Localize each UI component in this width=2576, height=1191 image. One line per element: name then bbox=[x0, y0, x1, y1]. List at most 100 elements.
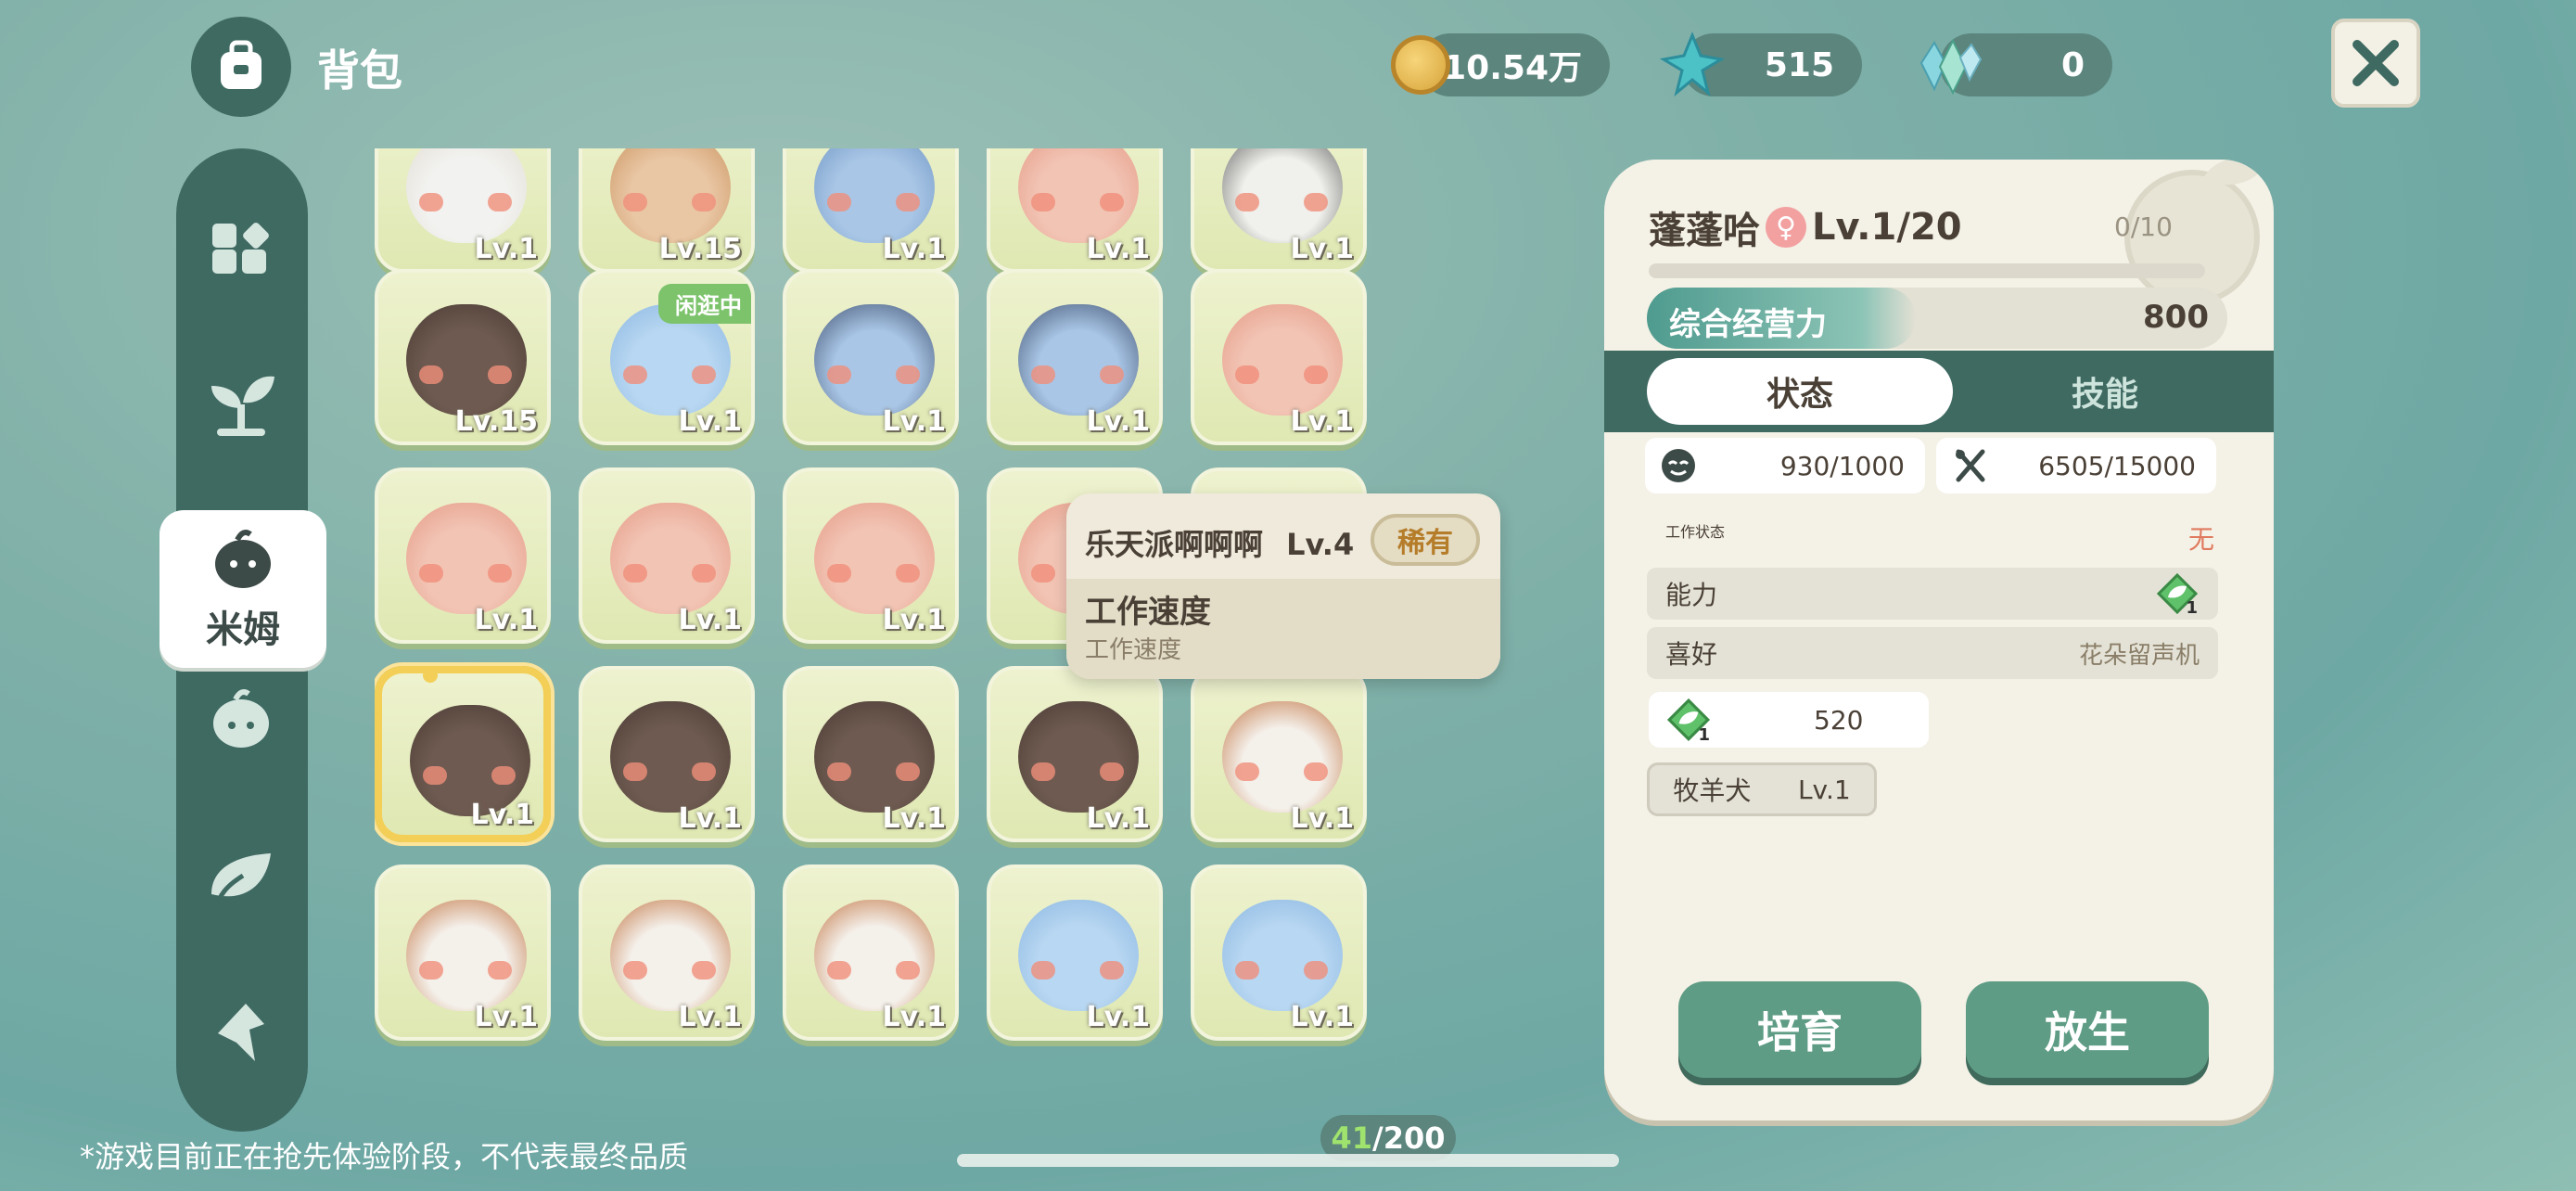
capacity-total: /200 bbox=[1372, 1121, 1446, 1156]
mim-card[interactable]: Lv.1 bbox=[1191, 864, 1367, 1041]
mim-card[interactable]: Lv.1 bbox=[579, 666, 755, 842]
mim-level-label: Lv.1 bbox=[882, 405, 947, 438]
close-button[interactable] bbox=[2331, 19, 2420, 108]
cheek-blush bbox=[1304, 762, 1328, 781]
mim-card[interactable]: Lv.1 bbox=[783, 864, 959, 1041]
fork-knife-icon bbox=[1956, 449, 1985, 482]
cheek-blush bbox=[896, 193, 920, 211]
gem-cluster-icon bbox=[1912, 35, 1983, 100]
ability-row: 能力 1 bbox=[1647, 568, 2218, 620]
cheek-blush bbox=[692, 193, 716, 211]
ability-label: 能力 bbox=[1665, 580, 1718, 610]
sidebar-item-birds[interactable] bbox=[195, 987, 287, 1080]
page-title: 背包 bbox=[317, 45, 402, 96]
mim-card[interactable]: Lv.1 bbox=[579, 864, 755, 1041]
mim-portrait bbox=[1222, 701, 1343, 813]
star-crystal-icon bbox=[1659, 32, 1726, 100]
ability-value-box: 1 520 bbox=[1649, 692, 1929, 748]
mim-portrait bbox=[610, 900, 731, 1011]
work-status-value: 无 bbox=[2188, 524, 2215, 555]
mim-card[interactable]: 闲逛中 Lv.1 bbox=[579, 269, 755, 445]
sidebar-item-leaves[interactable] bbox=[195, 831, 287, 924]
job-name: 牧羊犬 bbox=[1673, 775, 1752, 806]
mim-card[interactable]: Lv.1 bbox=[1191, 148, 1367, 273]
cheek-blush bbox=[896, 564, 920, 583]
cheek-blush bbox=[1031, 365, 1055, 384]
power-label: 综合经营力 bbox=[1669, 306, 1827, 343]
release-button[interactable]: 放生 bbox=[1966, 981, 2209, 1078]
mim-card[interactable]: Lv.1 bbox=[375, 864, 551, 1041]
mim-card[interactable]: Lv.1 bbox=[375, 148, 551, 273]
sidebar-item-all[interactable] bbox=[195, 208, 287, 301]
mim-card[interactable]: Lv.1 bbox=[579, 467, 755, 644]
leaf-icon bbox=[211, 853, 271, 912]
mim-card[interactable]: Lv.1 bbox=[783, 467, 959, 644]
mim-level-label: Lv.1 bbox=[882, 233, 947, 265]
job-badge[interactable]: 牧羊犬 Lv.1 bbox=[1647, 762, 1877, 816]
grid-icon bbox=[212, 223, 269, 274]
mim-portrait bbox=[1018, 701, 1139, 813]
cheek-blush bbox=[623, 564, 647, 583]
power-value: 800 bbox=[2143, 299, 2209, 336]
mim-portrait bbox=[814, 900, 935, 1011]
cheek-blush bbox=[827, 762, 851, 781]
cheek-blush bbox=[827, 961, 851, 980]
mim-name-row: 蓬蓬哈 ♀ Lv.1/20 bbox=[1649, 200, 1962, 254]
cheek-blush bbox=[1304, 961, 1328, 980]
mim-portrait bbox=[814, 304, 935, 416]
sprout-icon bbox=[211, 376, 274, 436]
mim-card[interactable]: Lv.15 bbox=[375, 269, 551, 445]
mim-card[interactable]: Lv.1 bbox=[1191, 269, 1367, 445]
fruit-icon bbox=[213, 689, 269, 748]
mim-level-label: Lv.1 bbox=[474, 233, 539, 265]
mim-card[interactable]: Lv.1 bbox=[1191, 666, 1367, 842]
sidebar-item-fruit[interactable] bbox=[195, 672, 287, 764]
bird-icon bbox=[218, 1004, 264, 1061]
ability-badge-number: 1 bbox=[2186, 598, 2198, 618]
sidebar-item-mim[interactable]: 米姆 bbox=[159, 510, 326, 668]
tooltip-trait-label: 乐天派啊啊啊 bbox=[1085, 527, 1264, 562]
mim-card[interactable]: Lv.1 bbox=[375, 467, 551, 644]
mim-card[interactable]: Lv.1 bbox=[987, 864, 1163, 1041]
cheek-blush bbox=[1235, 365, 1259, 384]
mim-level-label: Lv.15 bbox=[658, 233, 742, 265]
mim-card[interactable]: Lv.1 bbox=[783, 269, 959, 445]
capacity-current: 41 bbox=[1331, 1121, 1373, 1156]
mim-card[interactable]: Lv.1 bbox=[375, 666, 551, 842]
cheek-blush bbox=[827, 564, 851, 583]
mim-card[interactable]: Lv.15 bbox=[579, 148, 755, 273]
cheek-blush bbox=[896, 365, 920, 384]
mim-card[interactable]: Lv.1 bbox=[987, 148, 1163, 273]
tab-status[interactable]: 状态 bbox=[1647, 358, 1953, 425]
cheek-blush bbox=[623, 762, 647, 781]
mim-card[interactable]: Lv.1 bbox=[987, 666, 1163, 842]
cheek-blush bbox=[1235, 961, 1259, 980]
mim-level-label: Lv.1 bbox=[474, 1001, 539, 1033]
sidebar-item-plants[interactable] bbox=[195, 358, 287, 451]
mim-card[interactable]: Lv.1 bbox=[783, 666, 959, 842]
tooltip-trait-level: Lv.4 bbox=[1286, 527, 1355, 562]
mim-level-label: Lv.1 bbox=[882, 1001, 947, 1033]
mim-portrait bbox=[814, 503, 935, 614]
ability-value-leaf-icon: 1 bbox=[1665, 697, 1712, 745]
ability-value-badge-number: 1 bbox=[1698, 725, 1710, 745]
mim-level-label: Lv.1 bbox=[678, 405, 743, 438]
mim-portrait bbox=[1018, 304, 1139, 416]
mim-name: 蓬蓬哈 bbox=[1649, 210, 1760, 252]
backpack-icon bbox=[191, 17, 291, 117]
hobby-label: 喜好 bbox=[1665, 639, 1718, 670]
mim-portrait bbox=[1018, 900, 1139, 1011]
cheek-blush bbox=[692, 365, 716, 384]
mim-level-label: Lv.1 bbox=[1086, 802, 1151, 835]
mim-level-label: Lv.1 bbox=[1086, 405, 1151, 438]
close-icon bbox=[2353, 40, 2399, 86]
tab-skills[interactable]: 技能 bbox=[1966, 358, 2244, 425]
mim-level-label: Lv.1 bbox=[474, 604, 539, 636]
mim-card[interactable]: Lv.1 bbox=[783, 148, 959, 273]
cultivate-button[interactable]: 培育 bbox=[1678, 981, 1921, 1078]
mim-portrait bbox=[406, 503, 527, 614]
mim-portrait bbox=[1222, 900, 1343, 1011]
cheek-blush bbox=[488, 564, 512, 583]
mim-level-label: Lv.1 bbox=[882, 604, 947, 636]
mim-card[interactable]: Lv.1 bbox=[987, 269, 1163, 445]
